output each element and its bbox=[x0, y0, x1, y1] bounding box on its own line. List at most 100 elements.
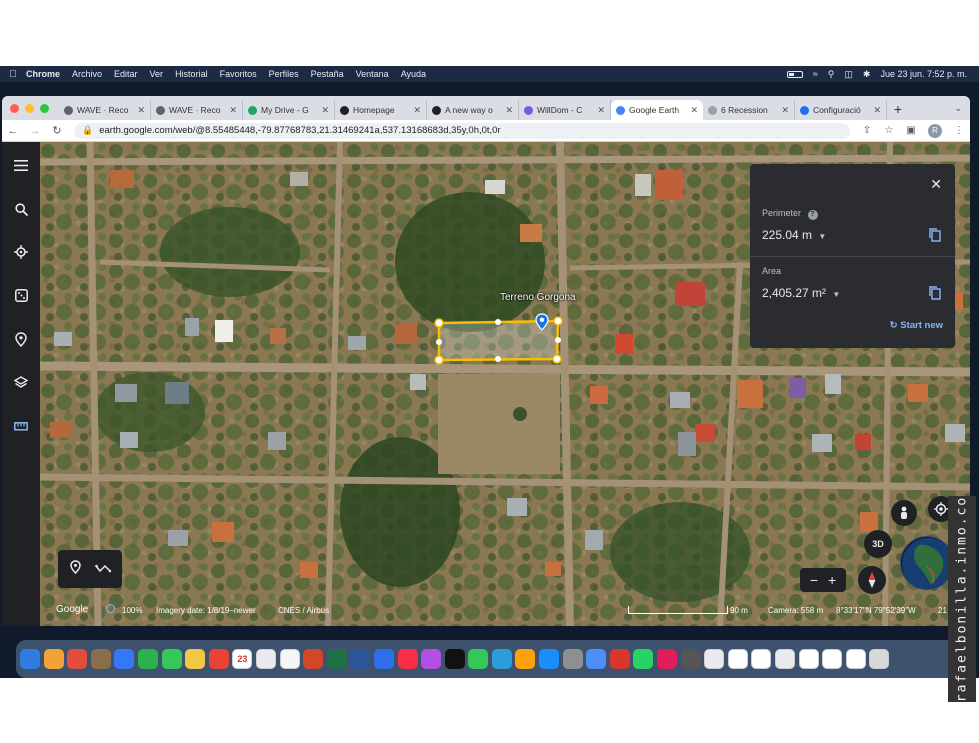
dock-app-icon[interactable] bbox=[704, 649, 725, 669]
menu-pestana[interactable]: Pestaña bbox=[311, 69, 344, 79]
dock-app-icon[interactable]: 23 bbox=[232, 649, 253, 669]
tab-2[interactable]: My Drive - G ✕ bbox=[243, 100, 335, 120]
draw-path-icon[interactable] bbox=[94, 560, 111, 578]
tab-close-icon[interactable]: ✕ bbox=[781, 105, 789, 116]
menu-favoritos[interactable]: Favoritos bbox=[220, 69, 257, 79]
tab-search-icon[interactable]: ⌄ bbox=[954, 103, 962, 114]
dock-app-icon[interactable] bbox=[326, 649, 347, 669]
sidepanel-icon[interactable]: ▣ bbox=[900, 125, 922, 136]
menubar-clock[interactable]: Jue 23 jun. 7:52 p. m. bbox=[880, 69, 967, 79]
copy-area-icon[interactable] bbox=[929, 286, 941, 300]
placemark-pin-icon[interactable] bbox=[535, 313, 549, 331]
dock-app-icon[interactable] bbox=[798, 649, 819, 669]
dock-app-icon[interactable] bbox=[586, 649, 607, 669]
dock-app-icon[interactable] bbox=[137, 649, 158, 669]
more-menu-icon[interactable]: ⋮ bbox=[948, 125, 970, 136]
address-bar[interactable]: 🔒 earth.google.com/web/@8.55485448,-79.8… bbox=[74, 122, 850, 139]
dock-app-icon[interactable] bbox=[633, 649, 654, 669]
forward-icon[interactable]: → bbox=[24, 125, 46, 137]
apple-icon[interactable]:  bbox=[0, 69, 26, 80]
dock-app-icon[interactable] bbox=[869, 649, 890, 669]
tab-close-icon[interactable]: ✕ bbox=[597, 105, 605, 116]
dock-app-icon[interactable] bbox=[468, 649, 489, 669]
lock-icon[interactable]: 🔒 bbox=[82, 125, 93, 136]
zoom-out-button[interactable]: − bbox=[810, 572, 818, 588]
search-icon[interactable] bbox=[13, 201, 29, 217]
battery-icon[interactable] bbox=[786, 70, 803, 78]
toggle-3d-button[interactable]: 3D bbox=[864, 530, 892, 558]
zoom-window-button[interactable] bbox=[40, 104, 49, 113]
menu-ver[interactable]: Ver bbox=[150, 69, 164, 79]
dock-app-icon[interactable] bbox=[90, 649, 111, 669]
unit-dropdown-icon[interactable]: ▼ bbox=[818, 232, 826, 241]
help-icon[interactable]: ? bbox=[807, 210, 818, 220]
search-icon[interactable]: ⚲ bbox=[828, 69, 835, 80]
dock-app-icon[interactable] bbox=[255, 649, 276, 669]
back-icon[interactable]: ← bbox=[2, 125, 24, 137]
wifi-icon[interactable]: ≈ bbox=[813, 69, 818, 79]
dock-app-icon[interactable] bbox=[822, 649, 843, 669]
menu-historial[interactable]: Historial bbox=[175, 69, 208, 79]
copy-perimeter-icon[interactable] bbox=[929, 228, 941, 242]
dock-app-icon[interactable] bbox=[751, 649, 772, 669]
dock-app-icon[interactable] bbox=[775, 649, 795, 669]
pegman-button[interactable] bbox=[891, 500, 917, 526]
dock-app-icon[interactable] bbox=[20, 649, 40, 669]
dice-icon[interactable] bbox=[13, 287, 29, 303]
menu-ventana[interactable]: Ventana bbox=[356, 69, 389, 79]
menu-app-name[interactable]: Chrome bbox=[26, 69, 60, 79]
minimize-window-button[interactable] bbox=[25, 104, 34, 113]
tab-0[interactable]: WAVE · Reco ✕ bbox=[59, 100, 151, 120]
menu-archivo[interactable]: Archivo bbox=[72, 69, 102, 79]
placemark-label[interactable]: Terreno Gorgona bbox=[500, 292, 576, 303]
dock-app-icon[interactable] bbox=[397, 649, 418, 669]
tab-close-icon[interactable]: ✕ bbox=[690, 105, 698, 116]
globe-thumbnail-button[interactable] bbox=[900, 536, 954, 590]
menu-ayuda[interactable]: Ayuda bbox=[401, 69, 426, 79]
perimeter-value[interactable]: 225.04 m ▼ bbox=[762, 228, 826, 242]
dock-app-icon[interactable] bbox=[43, 649, 64, 669]
tab-close-icon[interactable]: ✕ bbox=[505, 105, 513, 116]
dock-app-icon[interactable] bbox=[279, 649, 300, 669]
projects-pin-icon[interactable] bbox=[13, 331, 29, 347]
dock-app-icon[interactable] bbox=[185, 649, 206, 669]
dock-app-icon[interactable] bbox=[515, 649, 536, 669]
dock-app-icon[interactable] bbox=[727, 649, 748, 669]
dock-app-icon[interactable] bbox=[161, 649, 182, 669]
start-new-button[interactable]: ↻ Start new bbox=[890, 320, 943, 331]
unit-dropdown-icon[interactable]: ▼ bbox=[832, 290, 840, 299]
tab-close-icon[interactable]: ✕ bbox=[229, 105, 237, 116]
close-icon[interactable]: ✕ bbox=[930, 176, 942, 193]
close-window-button[interactable] bbox=[10, 104, 19, 113]
dock-app-icon[interactable] bbox=[303, 649, 324, 669]
area-value[interactable]: 2,405.27 m² ▼ bbox=[762, 286, 840, 300]
share-icon[interactable]: ⇧ bbox=[856, 125, 878, 136]
tab-close-icon[interactable]: ✕ bbox=[873, 105, 881, 116]
tab-close-icon[interactable]: ✕ bbox=[321, 105, 329, 116]
tab-close-icon[interactable]: ✕ bbox=[413, 105, 421, 116]
dock-app-icon[interactable] bbox=[373, 649, 394, 669]
compass-button[interactable] bbox=[858, 566, 886, 594]
tab-close-icon[interactable]: ✕ bbox=[137, 105, 145, 116]
dock-app-icon[interactable] bbox=[421, 649, 442, 669]
dock-app-icon[interactable] bbox=[657, 649, 678, 669]
dock-app-icon[interactable] bbox=[208, 649, 229, 669]
tab-8[interactable]: Configuració ✕ bbox=[795, 100, 887, 120]
tab-7[interactable]: 6 Recession ✕ bbox=[703, 100, 795, 120]
dock-app-icon[interactable] bbox=[609, 649, 630, 669]
layers-icon[interactable] bbox=[13, 374, 29, 390]
dock-app-icon[interactable] bbox=[67, 649, 88, 669]
dock-app-icon[interactable] bbox=[539, 649, 560, 669]
profile-avatar[interactable]: R bbox=[928, 123, 942, 138]
control-center-icon[interactable]: ◫ bbox=[844, 69, 853, 80]
bookmark-star-icon[interactable]: ☆ bbox=[878, 125, 900, 136]
menu-perfiles[interactable]: Perfiles bbox=[269, 69, 299, 79]
dock-app-icon[interactable] bbox=[562, 649, 583, 669]
tab-1[interactable]: WAVE · Reco ✕ bbox=[151, 100, 243, 120]
menu-editar[interactable]: Editar bbox=[114, 69, 138, 79]
siri-icon[interactable]: ✱ bbox=[863, 69, 871, 80]
satellite-map[interactable]: Terreno Gorgona ✕ Perimeter ? 225.04 m ▼ bbox=[40, 142, 970, 626]
dock-app-icon[interactable] bbox=[114, 649, 135, 669]
tab-3[interactable]: Homepage ✕ bbox=[335, 100, 427, 120]
measure-ruler-icon[interactable] bbox=[13, 418, 29, 434]
